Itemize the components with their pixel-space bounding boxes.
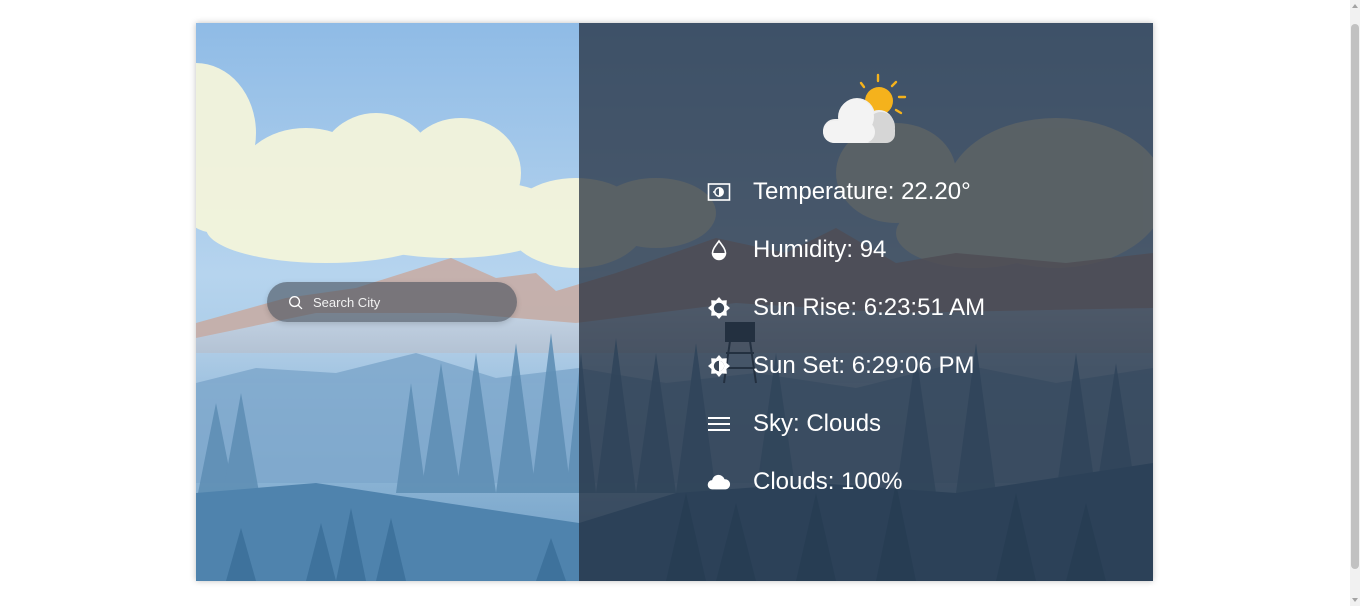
search-icon bbox=[287, 294, 303, 310]
partly-cloudy-icon bbox=[823, 73, 907, 143]
scroll-down-arrow-icon[interactable] bbox=[1352, 598, 1358, 602]
sunset-icon bbox=[707, 354, 731, 378]
left-panel bbox=[196, 23, 579, 581]
clouds-text: Clouds: 100% bbox=[753, 468, 903, 495]
cloud-icon bbox=[707, 470, 731, 494]
sky-text: Sky: Clouds bbox=[753, 410, 882, 437]
sunset-row: Sun Set: 6:29:06 PM bbox=[707, 337, 985, 395]
thermometer-icon bbox=[707, 180, 731, 204]
search-box[interactable] bbox=[267, 282, 517, 322]
weather-info-list: Temperature: 22.20° Humidity: 94 Sun Ris… bbox=[707, 163, 985, 511]
temperature-text: Temperature: 22.20° bbox=[753, 178, 971, 205]
clouds-row: Clouds: 100% bbox=[707, 453, 985, 511]
sunset-text: Sun Set: 6:29:06 PM bbox=[753, 352, 975, 379]
sky-row: Sky: Clouds bbox=[707, 395, 985, 453]
search-input[interactable] bbox=[313, 294, 503, 310]
sunrise-icon bbox=[707, 296, 731, 320]
sunrise-row: Sun Rise: 6:23:51 AM bbox=[707, 279, 985, 337]
vertical-scrollbar[interactable] bbox=[1350, 0, 1360, 606]
weather-details-panel: Temperature: 22.20° Humidity: 94 Sun Ris… bbox=[579, 23, 1153, 581]
temperature-row: Temperature: 22.20° bbox=[707, 163, 985, 221]
sunrise-text: Sun Rise: 6:23:51 AM bbox=[753, 294, 986, 321]
humidity-row: Humidity: 94 bbox=[707, 221, 985, 279]
page: Temperature: 22.20° Humidity: 94 bbox=[0, 0, 1360, 606]
humidity-text: Humidity: 94 bbox=[753, 236, 887, 263]
scrollbar-thumb[interactable] bbox=[1351, 24, 1359, 569]
weather-card: Temperature: 22.20° Humidity: 94 bbox=[196, 23, 1153, 581]
menu-lines-icon bbox=[707, 412, 731, 436]
scroll-up-arrow-icon[interactable] bbox=[1352, 4, 1358, 8]
water-drop-icon bbox=[707, 238, 731, 262]
